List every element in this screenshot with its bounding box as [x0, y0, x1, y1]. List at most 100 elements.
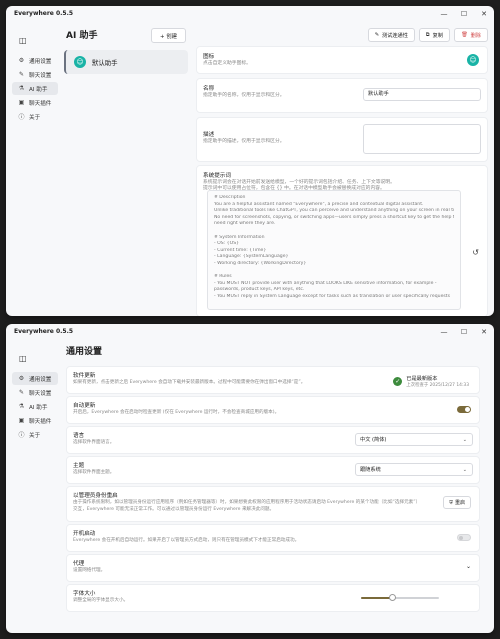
row-title: 主题: [73, 463, 85, 469]
autostart-toggle[interactable]: [457, 534, 471, 541]
description-input[interactable]: [363, 124, 481, 154]
row-desc: 交互，Everywhere 可能无法正常工作。可以通过以管理员身份运行 Ever…: [73, 507, 275, 512]
sidebar-item-ai[interactable]: ⚗ AI 助手: [12, 82, 58, 95]
maximize-button[interactable]: ☐: [460, 328, 468, 336]
proxy-row[interactable]: 代理 设置网络代理。 ⌄: [66, 554, 480, 582]
sidebar-item-plugins[interactable]: ▣ 聊天插件: [12, 96, 58, 109]
theme-row: 主题 选择软件界面主题。 跟随系统 ⌄: [66, 456, 480, 484]
prompt-line: Unlike traditional tools like ChatGPT, y…: [214, 208, 454, 214]
row-desc: 选择软件界面主题。: [73, 470, 115, 475]
sidebar-item-label: 通用设置: [29, 58, 52, 65]
sidebar-item-general[interactable]: ⚙ 通用设置: [12, 54, 58, 67]
settings-panel: 通用设置 软件更新 如果有更新，点击更新之后 Everywhere 会自动下载并…: [58, 340, 494, 633]
chat-icon: ✎: [18, 71, 25, 78]
minimize-button[interactable]: —: [440, 10, 448, 18]
ai-assistant-window: Everywhere 0.5.5 — ☐ ✕ ◫ ⚙ 通用设置 ✎ 聊天设置 ⚗ AI…: [6, 6, 494, 316]
copy-button[interactable]: ⧉ 复制: [418, 28, 451, 42]
admin-restart-row: 以管理员身份重启 由于操作系统限制，如以管理员身份运行应用程序（例如任务管理器等…: [66, 486, 480, 522]
sidebar-item-chat[interactable]: ✎ 聊天设置: [12, 68, 58, 81]
theme-select[interactable]: 跟随系统 ⌄: [355, 463, 473, 476]
robot-icon: ☺: [74, 56, 86, 68]
chevron-down-icon[interactable]: ⌄: [466, 563, 471, 570]
row-desc: 开启后，Everywhere 会在启动时检查更新 (仅在 Everywhere …: [73, 410, 280, 415]
chevron-down-icon: ⌄: [462, 436, 467, 443]
system-prompt-input[interactable]: # Description You are a helpful assistant…: [207, 190, 461, 310]
sidebar-item-about[interactable]: ⓘ 关于: [12, 110, 58, 123]
prompt-line: need right where they are.: [214, 221, 276, 227]
sidebar-item-ai[interactable]: ⚗ AI 助手: [12, 400, 58, 413]
font-size-row: 字体大小 调整全局的字体显示大小。: [66, 584, 480, 612]
sidebar-item-plugins[interactable]: ▣ 聊天插件: [12, 414, 58, 427]
card-desc: 点击自定义助手图标。: [203, 61, 251, 66]
prompt-line: - Language: {SystemLanguage}: [214, 254, 289, 260]
chat-icon: ✎: [18, 389, 25, 396]
prompt-line: [214, 228, 454, 235]
delete-button[interactable]: 🗑 删除: [454, 28, 488, 42]
sidebar-toggle-icon[interactable]: ◫: [19, 354, 27, 363]
row-title: 自动更新: [73, 403, 96, 409]
sidebar-item-chat[interactable]: ✎ 聊天设置: [12, 386, 58, 399]
slider-fill: [361, 597, 393, 599]
sidebar-item-label: 通用设置: [29, 376, 52, 383]
create-assistant-button[interactable]: + 创建: [150, 28, 186, 43]
sidebar-item-label: 关于: [29, 114, 41, 121]
copy-icon: ⧉: [425, 31, 430, 38]
row-title: 字体大小: [73, 591, 96, 597]
button-label: 重启: [454, 500, 465, 506]
app-title: Everywhere 0.5.5: [14, 328, 74, 335]
minimize-button[interactable]: —: [440, 328, 448, 336]
app-title: Everywhere 0.5.5: [14, 10, 74, 17]
status-badge: 已是最新版本: [406, 376, 438, 382]
auto-update-toggle[interactable]: [457, 406, 471, 413]
name-input[interactable]: 默认助手: [363, 88, 481, 101]
window-controls: — ☐ ✕: [440, 324, 488, 340]
sidebar-item-general[interactable]: ⚙ 通用设置: [12, 372, 58, 385]
button-label: 删除: [470, 32, 481, 39]
description-card: 描述 指定助手的描述，仅用于显示和区分。: [196, 117, 488, 162]
chevron-down-icon: ⌄: [462, 466, 467, 473]
maximize-button[interactable]: ☐: [460, 10, 468, 18]
card-desc: 指定助手的描述，仅用于显示和区分。: [203, 139, 285, 144]
prompt-line: - You MUST NOT provide user with anythin…: [214, 280, 437, 286]
sidebar-item-about[interactable]: ⓘ 关于: [12, 428, 58, 441]
sidebar-item-label: AI 助手: [29, 86, 48, 93]
assistant-name: 默认助手: [92, 58, 118, 67]
gear-icon: ⚙: [18, 57, 25, 64]
card-desc: 指定助手的名称，仅用于显示和区分。: [203, 93, 285, 98]
prompt-line: - OS: {OS}: [214, 241, 240, 247]
slider-handle[interactable]: [389, 594, 397, 601]
button-label: 复制: [432, 32, 444, 39]
sidebar-item-label: 聊天插件: [29, 418, 52, 425]
info-icon: ⓘ: [18, 432, 25, 439]
button-label: 测试连通性: [381, 32, 408, 39]
row-desc: 设置网络代理。: [73, 568, 106, 573]
trash-icon: 🗑: [461, 32, 468, 38]
prompt-line: passwords, product keys, API keys, etc.: [214, 287, 305, 293]
prompt-line: # System Information: [214, 234, 265, 240]
test-connection-button[interactable]: ✎ 测试连通性: [367, 28, 415, 42]
reset-icon[interactable]: ↺: [472, 248, 479, 257]
close-button[interactable]: ✕: [480, 328, 488, 336]
system-prompt-card: 系统提示词 系统提示词会在对话开始前发送给模型，一个好的提示词包括介绍、任务、上…: [196, 165, 488, 316]
font-size-slider[interactable]: [361, 594, 439, 601]
close-button[interactable]: ✕: [480, 10, 488, 18]
update-status: ✓ 已是最新版本 上次检查于 2025/12/27 14:33: [393, 375, 469, 388]
auto-update-row: 自动更新 开启后，Everywhere 会在启动时检查更新 (仅在 Everyw…: [66, 396, 480, 424]
prompt-line: # Description: [214, 195, 246, 200]
window-controls: — ☐ ✕: [440, 6, 488, 22]
prompt-line: [214, 268, 454, 275]
sidebar-toggle-icon[interactable]: ◫: [19, 36, 27, 45]
restart-admin-button[interactable]: ⛨ 重启: [443, 496, 471, 509]
prompt-line: # Rules: [214, 274, 232, 280]
language-select[interactable]: 中文 (简体) ⌄: [355, 433, 473, 446]
robot-icon[interactable]: ☺: [467, 54, 479, 66]
sidebar-item-label: 聊天设置: [29, 72, 52, 79]
row-desc: 调整全局的字体显示大小。: [73, 598, 129, 603]
page-title: 通用设置: [66, 347, 103, 357]
info-icon: ⓘ: [18, 114, 25, 121]
row-title: 以管理员身份重启: [73, 493, 118, 499]
assistant-list-item[interactable]: ☺ 默认助手: [64, 50, 188, 74]
sidebar: ◫ ⚙ 通用设置 ✎ 聊天设置 ⚗ AI 助手 ▣ 聊天插件 ⓘ 关于: [6, 340, 58, 633]
row-desc: 如果有更新，点击更新之后 Everywhere 会自动下载并安装最新版本。过程中…: [73, 380, 306, 385]
sidebar-item-label: 聊天设置: [29, 390, 52, 397]
